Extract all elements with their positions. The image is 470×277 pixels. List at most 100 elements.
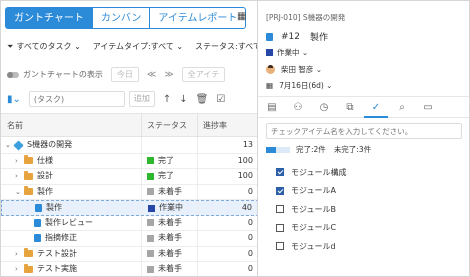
checklist-item-input[interactable] xyxy=(266,123,462,139)
column-divider xyxy=(141,262,142,276)
table-row[interactable]: ⌄ S機器の開発 13 xyxy=(1,138,257,154)
gantt-toggle-label: ガントチャートの表示 xyxy=(23,70,103,79)
trash-icon[interactable]: 🗑 xyxy=(196,94,209,105)
filter-item-type[interactable]: アイテムタイプ:すべて ⌄ xyxy=(93,41,183,52)
status-not-started-square xyxy=(147,219,154,226)
chevron-right-icon[interactable]: › xyxy=(15,154,24,168)
checkbox[interactable] xyxy=(276,242,284,251)
status-in-progress-square xyxy=(266,49,273,56)
assignee-value: 柴田 智彦 ⌄ xyxy=(281,65,323,74)
checklist-tab-icon[interactable]: ✓ xyxy=(364,97,388,118)
checkbox[interactable] xyxy=(276,205,284,214)
column-divider xyxy=(141,138,142,153)
chevron-down-icon[interactable]: ⌄ xyxy=(15,185,24,199)
table-row-selected[interactable]: 製作 作業中 40 xyxy=(1,200,257,216)
status-not-started-square xyxy=(147,188,154,195)
status-not-started-square xyxy=(147,265,154,273)
checklist-item[interactable]: モジュール構成 xyxy=(276,163,346,182)
checkbox[interactable] xyxy=(276,223,284,232)
table-row[interactable]: › テスト設計 未着手 0 xyxy=(1,246,257,262)
task-table: ⌄ S機器の開発 13 › 仕様 完了 100 › 設計 完了 100 ⌄ 製作… xyxy=(1,138,257,276)
view-tabs: ガントチャート カンバン アイテムレポート xyxy=(5,7,247,29)
checklist-item-label: モジュールC xyxy=(291,223,337,233)
task-name-input[interactable] xyxy=(28,91,125,107)
table-row[interactable]: › 設計 完了 100 xyxy=(1,169,257,185)
row-name: 製作レビュー xyxy=(45,217,93,227)
column-status[interactable]: ステータス xyxy=(147,114,187,138)
chevron-right-icon[interactable]: › xyxy=(15,169,24,183)
item-number: #12 xyxy=(281,31,300,42)
folder-icon xyxy=(24,170,33,180)
table-row[interactable]: 指摘修正 未着手 0 xyxy=(1,231,257,247)
folder-icon xyxy=(24,186,33,195)
table-row[interactable]: › 仕様 完了 100 xyxy=(1,153,257,169)
row-name: 指摘修正 xyxy=(45,233,77,242)
checklist-item[interactable]: モジュールA xyxy=(276,182,346,201)
checkbox[interactable] xyxy=(276,168,284,177)
item-name[interactable]: 製作 xyxy=(310,30,328,43)
undone-count: 未完了:3件 xyxy=(333,145,372,154)
checklist-item-label: モジュールB xyxy=(291,204,336,214)
person-icon[interactable]: ⚇ xyxy=(286,97,310,118)
status-select[interactable]: 作業中 ⌄ xyxy=(266,47,308,58)
next-period-button[interactable]: ≫ xyxy=(164,70,173,80)
column-divider xyxy=(197,153,198,168)
row-progress: 0 xyxy=(247,233,253,242)
row-name: S機器の開発 xyxy=(27,140,73,149)
item-type-icon[interactable]: ▮⌄ xyxy=(7,94,21,105)
checklist-item[interactable]: モジュールB xyxy=(276,200,346,219)
add-button[interactable]: 追加 xyxy=(128,91,155,107)
chevron-right-icon[interactable]: › xyxy=(15,262,24,276)
filter-all-tasks[interactable]: ⏷ すべてのタスク ⌄ xyxy=(7,41,81,52)
add-task-row: ▮⌄ 追加 ↑ ↓ 🗑 ☑ xyxy=(7,91,225,107)
checklist-item[interactable]: モジュールd xyxy=(276,237,346,256)
assignee-select[interactable]: 柴田 智彦 ⌄ xyxy=(266,64,322,75)
row-status: 未着手 xyxy=(158,264,182,273)
due-date-select[interactable]: ▦ 7月16日(6d) ⌄ xyxy=(266,80,332,91)
clock-icon[interactable]: ◷ xyxy=(312,97,336,118)
column-divider xyxy=(197,231,198,246)
prev-period-button[interactable]: ≪ xyxy=(147,70,156,80)
column-progress[interactable]: 進捗率 xyxy=(203,114,227,138)
today-button[interactable]: 今日 xyxy=(110,67,139,82)
filter-status[interactable]: ステータス:すべて ⌄ xyxy=(195,41,257,52)
table-row[interactable]: › テスト実施 未着手 0 xyxy=(1,262,257,276)
done-count: 完了:2件 xyxy=(296,145,326,154)
table-row[interactable]: 製作レビュー 未着手 0 xyxy=(1,215,257,231)
checklist-item[interactable]: モジュールC xyxy=(276,219,346,238)
column-divider xyxy=(142,201,143,215)
tab-item-report[interactable]: アイテムレポート xyxy=(150,7,247,29)
project-icon xyxy=(13,139,24,151)
grid-settings-icon[interactable]: ▦ xyxy=(237,11,246,22)
item-detail-pane: [PRJ-010] S機器の開発 #12 製作 作業中 ⌄ 柴田 智彦 ⌄ ▦ … xyxy=(258,0,470,277)
checklist-progress: 完了:2件 未完了:3件 xyxy=(266,144,371,155)
gantt-toggle-switch[interactable] xyxy=(7,71,19,78)
move-down-icon[interactable]: ↓ xyxy=(179,94,187,105)
chevron-right-icon[interactable]: › xyxy=(15,247,24,261)
comment-icon[interactable]: ▭ xyxy=(416,97,440,118)
row-name: 設計 xyxy=(37,171,53,180)
column-name[interactable]: 名前 xyxy=(7,114,23,138)
tab-gantt-chart[interactable]: ガントチャート xyxy=(5,7,93,29)
row-status: 完了 xyxy=(158,171,174,180)
attachment-icon[interactable]: ⌕ xyxy=(390,97,414,118)
copy-icon[interactable]: ⧉ xyxy=(338,97,362,118)
folder-icon xyxy=(24,248,33,257)
row-status: 未着手 xyxy=(158,233,182,242)
status-in-progress-square xyxy=(148,204,155,212)
checkbox[interactable] xyxy=(276,186,284,195)
status-value: 作業中 ⌄ xyxy=(277,48,309,57)
move-up-icon[interactable]: ↑ xyxy=(163,94,171,105)
column-divider xyxy=(197,184,198,199)
row-progress: 0 xyxy=(247,248,253,258)
project-id-label[interactable]: [PRJ-010] S機器の開発 xyxy=(266,12,345,23)
task-icon xyxy=(34,218,41,227)
filter-icon: ⏷ xyxy=(7,42,14,51)
document-icon[interactable]: ▤ xyxy=(260,97,284,118)
status-done-square xyxy=(147,172,154,180)
row-status: 作業中 xyxy=(159,203,183,212)
table-row[interactable]: ⌄ 製作 未着手 0 xyxy=(1,184,257,200)
tab-kanban[interactable]: カンバン xyxy=(92,7,151,29)
checkbox-icon[interactable]: ☑ xyxy=(216,94,225,105)
all-items-button[interactable]: 全アイテ xyxy=(181,67,226,82)
